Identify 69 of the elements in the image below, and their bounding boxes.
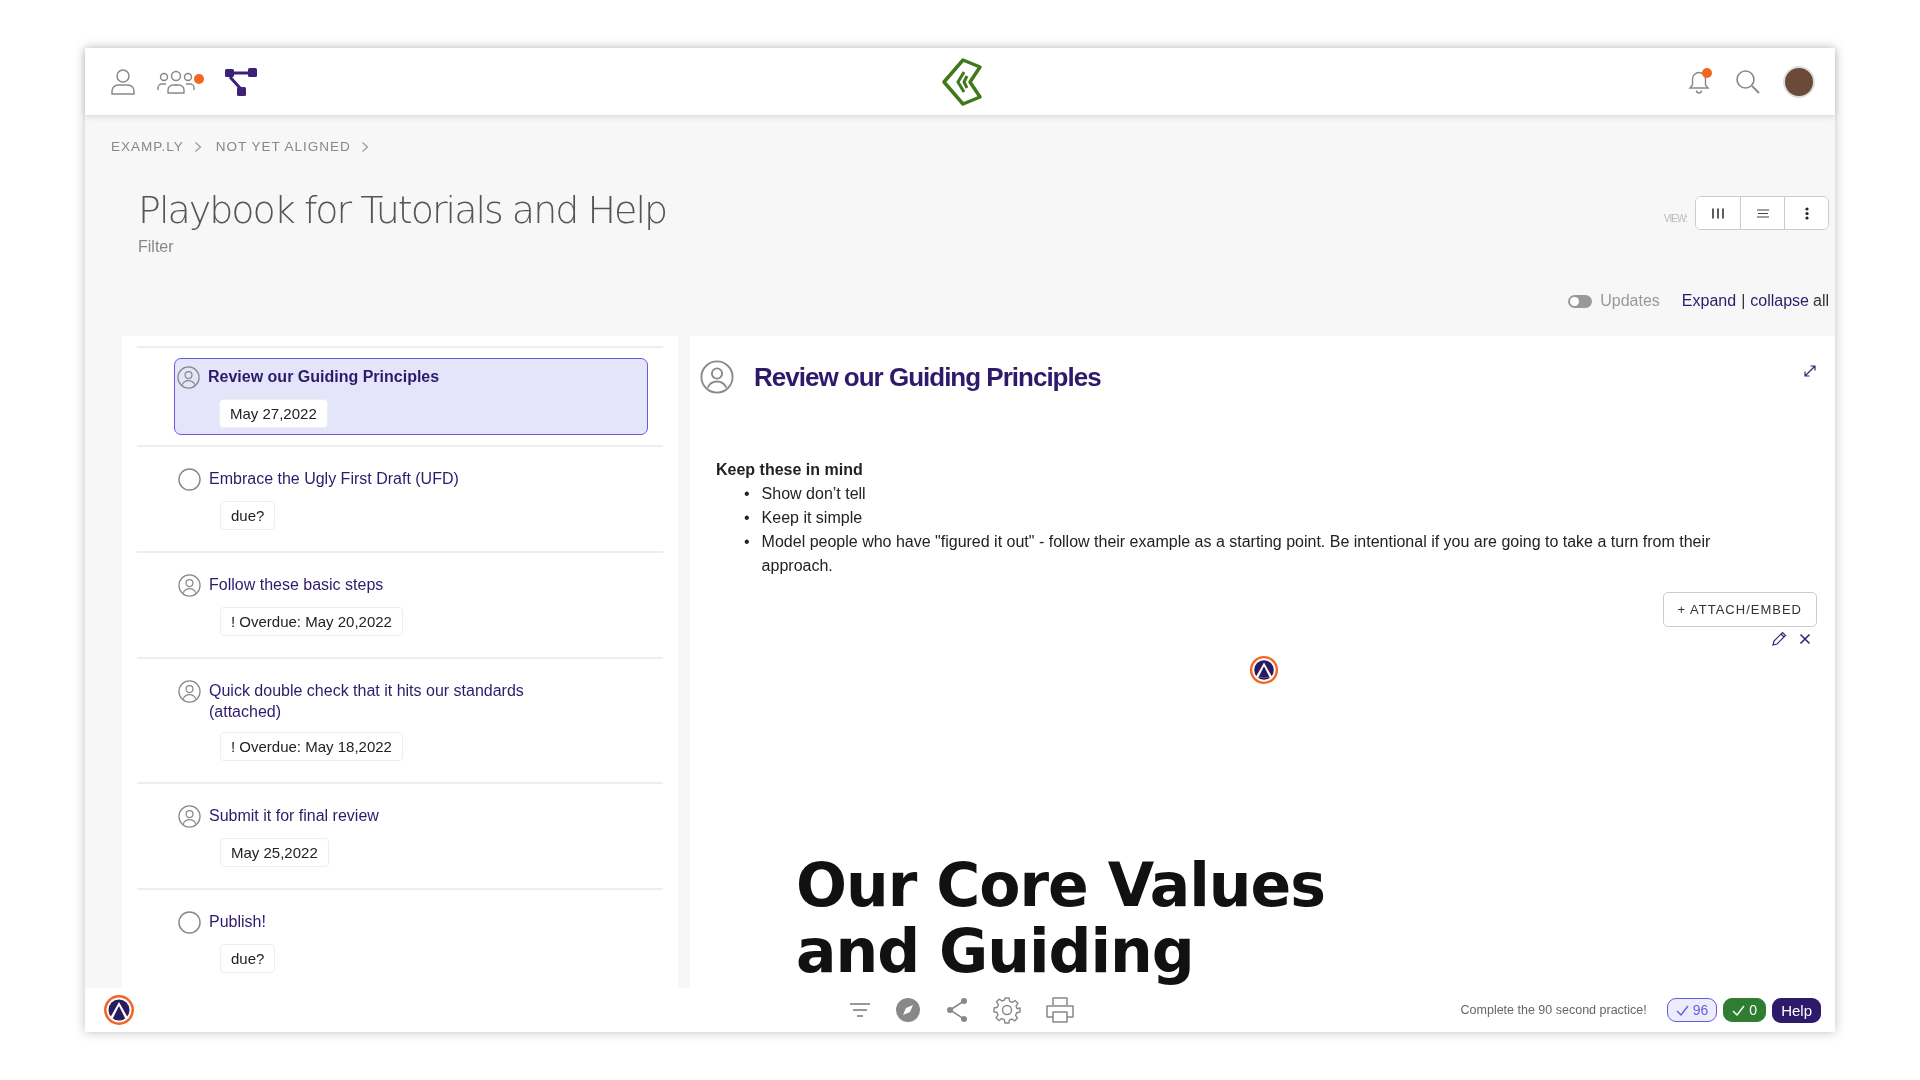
- person-circle-icon[interactable]: [177, 366, 200, 389]
- check-icon: [1675, 1004, 1689, 1016]
- chevron-right-icon: [360, 140, 369, 153]
- bullet-item: Show don’t tell: [761, 484, 866, 504]
- mountain-logo-icon[interactable]: [103, 994, 135, 1026]
- more-icon: [1804, 206, 1809, 220]
- share-icon[interactable]: [945, 997, 969, 1023]
- printer-icon[interactable]: [1045, 996, 1075, 1024]
- task-item[interactable]: Review our Guiding Principles May 27,2022: [174, 358, 648, 435]
- pencil-icon[interactable]: [1771, 631, 1787, 647]
- close-icon[interactable]: [1799, 633, 1811, 645]
- all-label: all: [1813, 292, 1829, 310]
- task-title: Embrace the Ugly First Draft (UFD): [209, 469, 459, 489]
- attach-embed-button[interactable]: + ATTACH/EMBED: [1662, 592, 1817, 627]
- updates-label: Updates: [1600, 292, 1660, 310]
- bullet-item: Keep it simple: [761, 508, 863, 528]
- embedded-heading: Our Core Values and Guiding: [796, 852, 1326, 988]
- person-circle-icon[interactable]: [178, 680, 201, 703]
- task-item[interactable]: Submit it for final review May 25,2022: [175, 797, 599, 874]
- view-label: VIEW:: [1663, 213, 1687, 224]
- due-date-chip[interactable]: ! Overdue: May 18,2022: [220, 732, 403, 761]
- task-title: Publish!: [209, 912, 266, 932]
- bullet-marker: •: [744, 532, 750, 552]
- mountain-logo-icon: [1248, 655, 1279, 685]
- due-date-chip[interactable]: due?: [220, 501, 276, 530]
- section-heading: Keep these in mind: [716, 460, 864, 480]
- expand-link[interactable]: Expand: [1681, 292, 1737, 310]
- settings-icon[interactable]: [993, 996, 1021, 1024]
- task-item[interactable]: Embrace the Ugly First Draft (UFD) due?: [175, 460, 599, 537]
- task-title: Review our Guiding Principles: [208, 367, 440, 387]
- person-circle-icon[interactable]: [178, 574, 201, 597]
- help-button[interactable]: Help: [1772, 997, 1821, 1023]
- compass-icon[interactable]: [895, 997, 921, 1023]
- due-date-chip[interactable]: ! Overdue: May 20,2022: [220, 607, 403, 636]
- task-title: Quick double check that it hits our standards (attached): [209, 681, 525, 722]
- due-date-chip[interactable]: May 25,2022: [220, 838, 329, 867]
- task-item[interactable]: Follow these basic steps ! Overdue: May 20,2022: [175, 566, 599, 643]
- collapse-link[interactable]: collapse: [1750, 292, 1809, 310]
- filter-icon[interactable]: [849, 1002, 871, 1018]
- circle-icon[interactable]: [178, 911, 201, 934]
- expand-icon[interactable]: [1803, 364, 1817, 378]
- search-icon[interactable]: [1735, 68, 1761, 95]
- bullet-item: Model people who have "figured it out" - follow their example as a starting point. Be intentional if you are going to take a turn from their approach.: [761, 532, 1712, 576]
- task-item[interactable]: Publish! due?: [175, 903, 599, 980]
- person-circle-icon[interactable]: [700, 360, 734, 394]
- bullet-marker: •: [744, 484, 750, 504]
- list-icon: [1756, 208, 1769, 218]
- page-title: Playbook for Tutorials and Help: [138, 188, 667, 232]
- hierarchy-icon[interactable]: [224, 66, 258, 97]
- task-title: Submit it for final review: [209, 806, 379, 826]
- check-icon: [1732, 1004, 1746, 1016]
- updates-toggle[interactable]: [1568, 294, 1593, 308]
- separator-text: |: [1741, 292, 1746, 310]
- bullet-marker: •: [744, 508, 750, 528]
- more-button[interactable]: [1784, 197, 1828, 229]
- chevron-right-icon: [193, 140, 202, 153]
- check-count-badge[interactable]: 96: [1666, 998, 1718, 1022]
- person-icon[interactable]: [110, 67, 136, 96]
- due-date-chip[interactable]: May 27,2022: [219, 399, 328, 428]
- task-item[interactable]: Quick double check that it hits our standards (attached) ! Overdue: May 18,2022: [175, 672, 599, 768]
- check-count-badge[interactable]: 0: [1723, 998, 1767, 1022]
- columns-icon: [1712, 207, 1724, 219]
- person-circle-icon[interactable]: [178, 805, 201, 828]
- task-title: Follow these basic steps: [209, 575, 384, 595]
- due-date-chip[interactable]: due?: [220, 944, 276, 973]
- detail-title: Review our Guiding Principles: [754, 361, 1102, 393]
- practice-prompt: Complete the 90 second practice!: [1460, 1003, 1647, 1017]
- circle-icon[interactable]: [178, 468, 201, 491]
- avatar[interactable]: [1783, 65, 1815, 98]
